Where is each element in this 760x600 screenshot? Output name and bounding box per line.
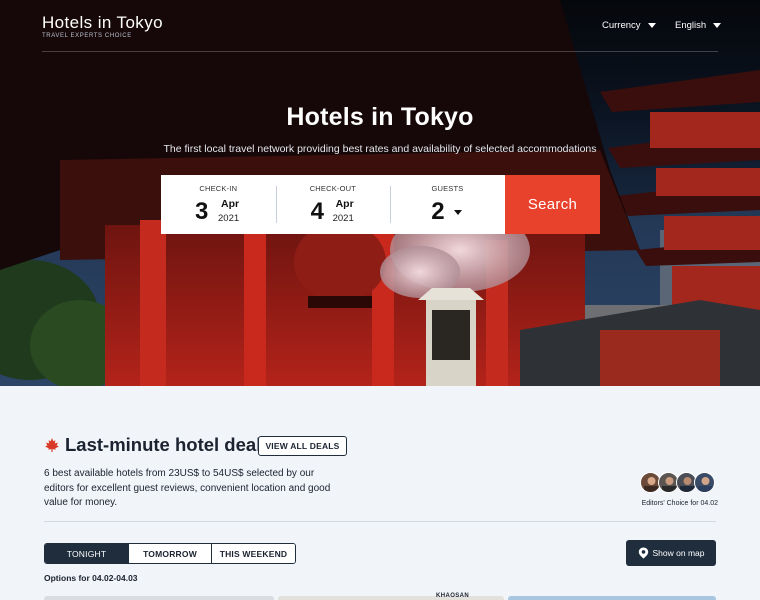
language-dropdown[interactable]: English xyxy=(675,20,722,31)
checkout-picker[interactable]: CHECK-OUT 4 Apr 2021 xyxy=(275,175,391,234)
checkin-month: Apr xyxy=(221,198,240,210)
search-form: CHECK-IN 3 Apr 2021 CHECK-OUT 4 Apr 2021… xyxy=(161,175,505,234)
hotel-card[interactable] xyxy=(44,596,274,600)
hotel-card[interactable] xyxy=(278,596,504,600)
currency-dropdown[interactable]: Currency xyxy=(602,20,656,31)
tab-tonight[interactable]: TONIGHT xyxy=(45,544,128,563)
logo-title[interactable]: Hotels in Tokyo xyxy=(42,13,163,33)
checkin-label: CHECK-IN xyxy=(199,184,238,193)
maple-leaf-icon xyxy=(45,438,59,452)
hero-title: Hotels in Tokyo xyxy=(286,103,474,131)
guests-selector[interactable]: GUESTS 2 xyxy=(390,175,505,234)
top-navigation: Hotels in Tokyo TRAVEL EXPERTS CHOICE Cu… xyxy=(0,0,760,52)
deals-title: Last-minute hotel deals xyxy=(65,434,272,455)
checkin-day: 3 xyxy=(195,198,209,225)
map-pin-icon xyxy=(638,547,648,559)
section-divider xyxy=(44,521,716,522)
logo-subtitle: TRAVEL EXPERTS CHOICE xyxy=(42,33,132,39)
deals-header: Last-minute hotel deals xyxy=(44,434,272,456)
hotel-card[interactable] xyxy=(508,596,716,600)
header-divider xyxy=(42,51,718,52)
checkout-label: CHECK-OUT xyxy=(309,184,357,193)
editors-choice-label: Editors' Choice for 04.02 xyxy=(641,500,718,507)
guests-label: GUESTS xyxy=(431,184,464,193)
card-peek-label: KHAOSAN xyxy=(436,593,470,599)
chevron-down-icon xyxy=(713,23,722,28)
chevron-down-icon xyxy=(454,210,463,215)
view-all-deals-button[interactable]: VIEW ALL DEALS xyxy=(258,436,347,456)
tab-this-weekend[interactable]: THIS WEEKEND xyxy=(211,544,295,563)
tab-tomorrow[interactable]: TOMORROW xyxy=(128,544,211,563)
avatar xyxy=(694,472,715,493)
show-on-map-label: Show on map xyxy=(652,548,705,558)
checkout-month: Apr xyxy=(335,198,354,210)
checkout-year: 2021 xyxy=(332,213,354,224)
date-tabs: TONIGHT TOMORROW THIS WEEKEND xyxy=(44,543,296,564)
hero-banner: Hotels in Tokyo TRAVEL EXPERTS CHOICE Cu… xyxy=(0,0,760,386)
options-date-range: Options for 04.02-04.03 xyxy=(44,573,138,583)
checkin-year: 2021 xyxy=(218,213,240,224)
language-label: English xyxy=(675,20,707,31)
checkin-picker[interactable]: CHECK-IN 3 Apr 2021 xyxy=(161,175,276,234)
deals-description: 6 best available hotels from 23US$ to 54… xyxy=(44,468,331,508)
editors-choice: Editors' Choice for 04.02 xyxy=(634,472,718,512)
chevron-down-icon xyxy=(647,23,656,28)
currency-label: Currency xyxy=(602,20,641,31)
guests-count: 2 xyxy=(431,198,445,225)
search-button[interactable]: Search xyxy=(505,175,600,234)
checkout-day: 4 xyxy=(310,198,324,225)
hero-subtitle: The first local travel network providing… xyxy=(163,143,597,155)
show-on-map-button[interactable]: Show on map xyxy=(626,540,716,566)
